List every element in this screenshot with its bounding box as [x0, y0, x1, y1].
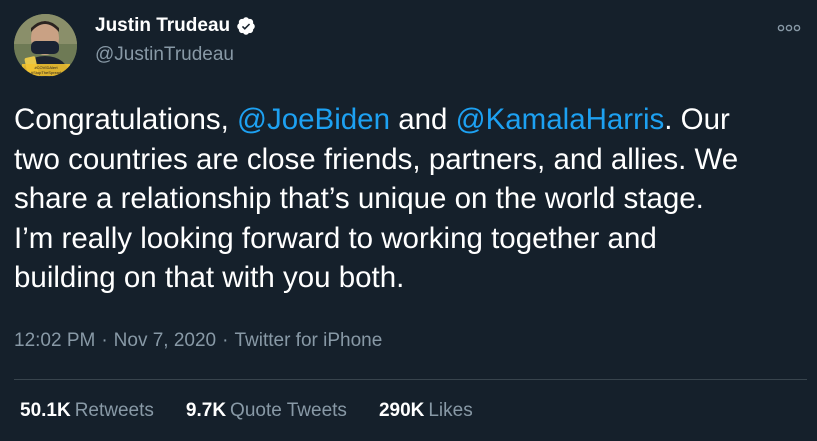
tweet-time[interactable]: 12:02 PM [14, 330, 95, 351]
meta-separator: · [222, 330, 229, 351]
tweet-text: Congratulations, @JoeBiden and @KamalaHa… [14, 100, 804, 298]
tweet-text-segment: and [390, 103, 456, 136]
retweets-count: 50.1K [20, 400, 71, 421]
tweet-metadata: 12:02 PM · Nov 7, 2020 · Twitter for iPhone [14, 330, 382, 352]
avatar[interactable]: #COVIDAlert #StopTheSpread [14, 14, 77, 77]
retweets-stat[interactable]: 50.1K Retweets [20, 400, 154, 422]
tweet-text-line: building on that with you both. [14, 258, 804, 298]
avatar-text-2: #StopTheSpread [31, 70, 61, 75]
quote-tweets-label: Quote Tweets [230, 400, 347, 421]
tweet-text-segment: two countries are close friends, partner… [14, 142, 739, 176]
author-name-row: Justin Trudeau [95, 15, 256, 37]
likes-stat[interactable]: 290K Likes [379, 400, 473, 422]
mention-link[interactable]: @JoeBiden [237, 103, 390, 136]
mention-link[interactable]: @KamalaHarris [456, 103, 665, 136]
retweets-label: Retweets [74, 400, 154, 421]
engagement-stats: 50.1K Retweets 9.7K Quote Tweets 290K Likes [20, 400, 473, 422]
quote-tweets-stat[interactable]: 9.7K Quote Tweets [186, 400, 347, 422]
meta-separator: · [101, 330, 108, 351]
avatar-image: #COVIDAlert #StopTheSpread [14, 14, 77, 77]
likes-count: 290K [378, 400, 425, 421]
quote-tweets-count: 9.7K [185, 400, 227, 421]
more-options-icon[interactable] [775, 18, 803, 38]
tweet-text-line: two countries are close friends, partner… [14, 140, 804, 180]
author-display-name[interactable]: Justin Trudeau [95, 15, 230, 37]
tweet-date[interactable]: Nov 7, 2020 [114, 330, 216, 351]
tweet-text-segment: . Our [664, 103, 730, 136]
divider [14, 379, 807, 380]
tweet-text-segment: building on that with you both. [14, 261, 405, 294]
tweet-text-line: share a relationship that’s unique on th… [14, 179, 804, 219]
verified-badge-icon [236, 16, 256, 36]
tweet-text-segment: share a relationship that’s unique on th… [14, 182, 704, 215]
likes-label: Likes [428, 400, 473, 421]
tweet-text-line: Congratulations, @JoeBiden and @KamalaHa… [14, 100, 804, 140]
tweet-text-line: I’m really looking forward to working to… [14, 219, 804, 259]
author-handle[interactable]: @JustinTrudeau [95, 44, 234, 66]
tweet-card: #COVIDAlert #StopTheSpread Justin Trudea… [0, 0, 817, 441]
tweet-text-segment: Congratulations, [14, 103, 238, 136]
tweet-text-segment: I’m really looking forward to working to… [14, 221, 657, 255]
tweet-source[interactable]: Twitter for iPhone [234, 330, 382, 351]
